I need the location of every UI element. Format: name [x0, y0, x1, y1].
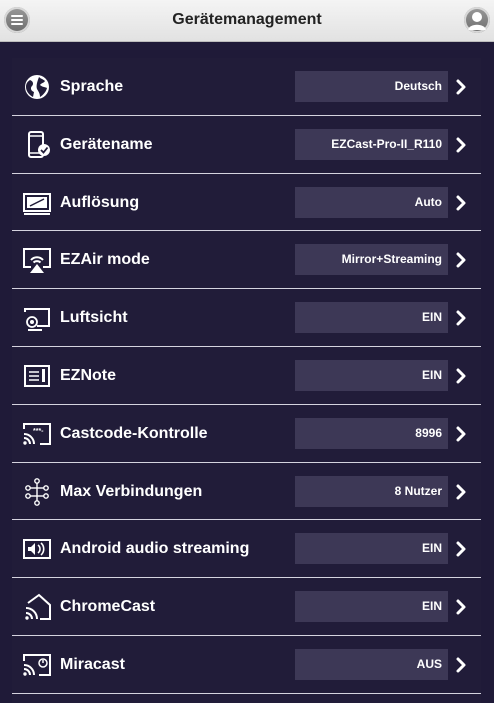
setting-row-ezair-mode[interactable]: EZAir mode Mirror+Streaming: [12, 231, 481, 290]
setting-row-sprache[interactable]: Sprache Deutsch: [12, 58, 481, 116]
airview-icon: [22, 304, 52, 332]
setting-value[interactable]: EIN: [295, 591, 448, 623]
airplay-icon: [22, 246, 52, 274]
chevron-right-icon[interactable]: [453, 425, 469, 443]
setting-value[interactable]: Deutsch: [295, 71, 448, 102]
chevron-right-icon[interactable]: [453, 540, 469, 558]
setting-row-luftsicht[interactable]: Luftsicht EIN: [12, 289, 481, 347]
setting-value[interactable]: 8996: [295, 417, 448, 449]
chevron-right-icon[interactable]: [453, 483, 469, 501]
setting-label: Castcode-Kontrolle: [60, 424, 208, 442]
setting-value[interactable]: 8 Nutzer: [295, 475, 448, 507]
miracast-icon: [22, 651, 52, 679]
user-avatar-icon: [468, 12, 486, 30]
setting-label: ChromeCast: [60, 598, 156, 616]
device-check-icon: [22, 130, 52, 159]
chevron-right-icon[interactable]: [453, 251, 469, 269]
chevron-right-icon[interactable]: [453, 78, 469, 96]
setting-row-chromecast[interactable]: ChromeCast EIN: [12, 578, 481, 636]
setting-row-aufloesung[interactable]: Auflösung Auto: [12, 174, 481, 232]
chevron-right-icon[interactable]: [453, 367, 469, 385]
monitor-icon: [22, 189, 52, 217]
chevron-right-icon[interactable]: [453, 194, 469, 212]
page-title: Gerätemanagement: [172, 11, 322, 28]
setting-label: EZNote: [60, 366, 116, 384]
globe-icon: [22, 73, 52, 101]
setting-value[interactable]: Mirror+Streaming: [295, 244, 448, 276]
header-bar: Gerätemanagement: [0, 0, 494, 42]
setting-row-eznote[interactable]: EZNote EIN: [12, 347, 481, 405]
setting-row-geraetename[interactable]: Gerätename EZCast-Pro-II_R110: [12, 116, 481, 174]
user-button[interactable]: [464, 7, 490, 33]
setting-value[interactable]: AUS: [295, 648, 448, 680]
setting-row-android-audio[interactable]: Android audio streaming EIN: [12, 520, 481, 579]
setting-value[interactable]: EIN: [295, 359, 448, 391]
chevron-right-icon[interactable]: [453, 598, 469, 616]
setting-row-castcode[interactable]: ***- Castcode-Kontrolle 8996: [12, 405, 481, 463]
setting-label: Android audio streaming: [60, 540, 250, 558]
chevron-right-icon[interactable]: [453, 656, 469, 674]
setting-label: Luftsicht: [60, 309, 128, 327]
setting-row-miracast[interactable]: Miracast AUS: [12, 636, 481, 694]
setting-label: Gerätename: [60, 135, 153, 153]
setting-row-max-verbindungen[interactable]: Max Verbindungen 8 Nutzer: [12, 463, 481, 521]
chevron-right-icon[interactable]: [453, 136, 469, 154]
setting-value[interactable]: EZCast-Pro-II_R110: [295, 128, 448, 160]
setting-value[interactable]: Auto: [295, 186, 448, 218]
setting-label: Auflösung: [60, 193, 140, 211]
audio-stream-icon: [22, 535, 52, 563]
setting-value[interactable]: EIN: [295, 302, 448, 334]
setting-label: Sprache: [60, 78, 124, 95]
note-icon: [22, 362, 52, 390]
settings-list: Sprache Deutsch Gerätename EZCast-Pro-II…: [12, 58, 481, 703]
svg-text:***-: ***-: [33, 428, 44, 435]
setting-label: Miracast: [60, 655, 125, 673]
setting-label: Max Verbindungen: [60, 482, 203, 500]
setting-label: EZAir mode: [60, 251, 150, 269]
chromecast-icon: [22, 593, 52, 621]
connections-icon: [22, 477, 52, 506]
chevron-right-icon[interactable]: [453, 309, 469, 327]
setting-value[interactable]: EIN: [295, 533, 448, 565]
castcode-icon: ***-: [22, 420, 52, 448]
